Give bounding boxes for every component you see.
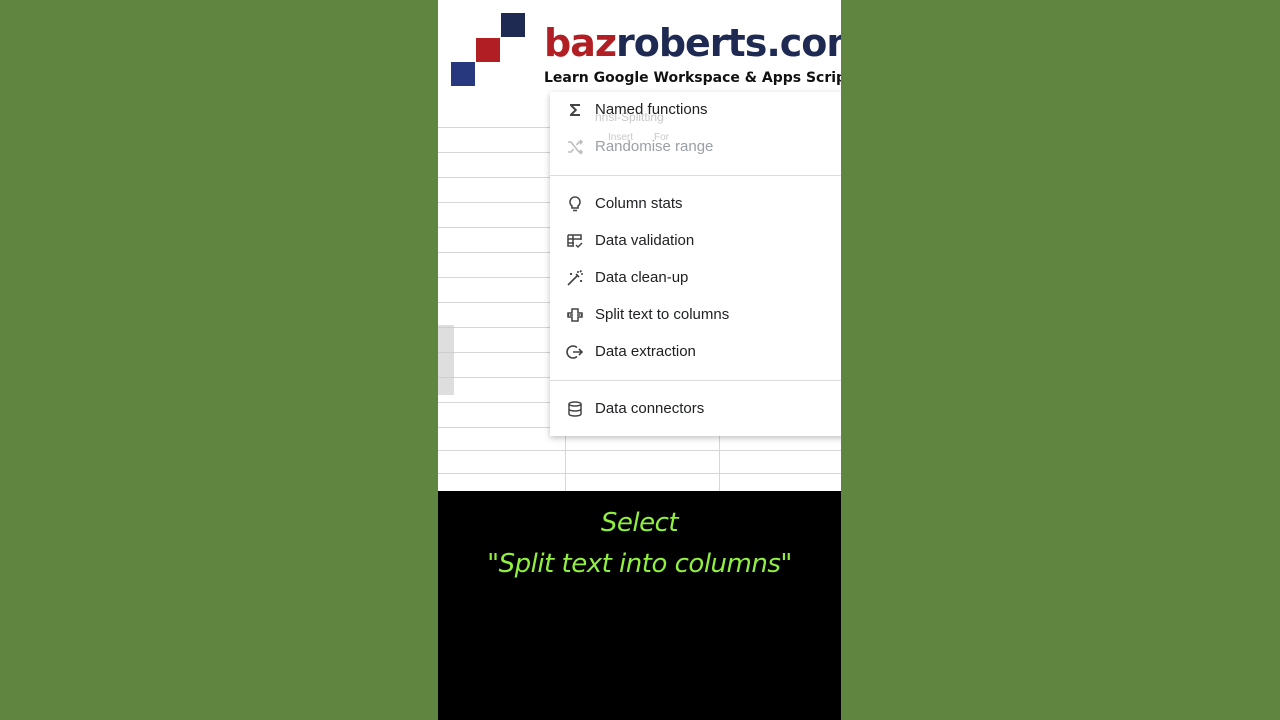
left-nav-arrow[interactable]	[438, 325, 454, 395]
menu-item-named-functions[interactable]: Named functions	[550, 91, 841, 128]
menu-separator	[550, 175, 841, 176]
caption-line-1: Select	[600, 508, 679, 538]
menu-item-label: Data connectors	[595, 400, 705, 417]
menu-item-label: Randomise range	[595, 138, 714, 155]
extract-icon	[566, 343, 584, 361]
brand-tagline: Learn Google Workspace & Apps Script	[544, 70, 841, 86]
logo-square-red	[476, 38, 500, 62]
menu-item-data-validation[interactable]: Data validation	[550, 222, 841, 259]
magic-wand-icon	[566, 269, 584, 287]
menu-item-randomise-range: Randomise range	[550, 128, 841, 165]
brand-name-part1: baz	[544, 21, 617, 65]
database-icon	[566, 400, 584, 418]
brand-name-part2: roberts.com	[615, 21, 841, 65]
sigma-icon	[566, 101, 584, 119]
lightbulb-icon	[566, 195, 584, 213]
menu-item-column-stats[interactable]: Column stats	[550, 185, 841, 222]
menu-item-label: Column stats	[595, 195, 683, 212]
caption-panel: Select "Split text into columns"	[438, 491, 841, 720]
split-columns-icon	[566, 306, 584, 324]
brand-banner: bazroberts.com Learn Google Workspace & …	[438, 0, 841, 100]
menu-item-data-connectors[interactable]: Data connectors	[550, 390, 841, 427]
video-frame: and bazroberts.com Learn Google Workspac…	[438, 0, 841, 720]
grid-row-line	[438, 473, 841, 474]
menu-item-data-extraction[interactable]: Data extraction	[550, 333, 841, 370]
menu-item-data-clean-up[interactable]: Data clean-up	[550, 259, 841, 296]
menu-item-label: Data clean-up	[595, 269, 689, 286]
logo-square-navy	[501, 13, 525, 37]
menu-item-label: Split text to columns	[595, 306, 730, 323]
logo-square-blue	[451, 62, 475, 86]
menu-item-label: Data extraction	[595, 343, 696, 360]
menu-separator	[550, 380, 841, 381]
grid-row-line	[438, 450, 841, 451]
data-menu-dropdown: nnsl-Splitting Insert For Named function…	[550, 92, 841, 436]
menu-item-label: Named functions	[595, 101, 708, 118]
data-validation-icon	[566, 232, 584, 250]
shuffle-icon	[566, 138, 584, 156]
caption-line-2: "Split text into columns"	[487, 549, 792, 579]
menu-item-split-text-to-columns[interactable]: Split text to columns	[550, 296, 841, 333]
brand-name: bazroberts.com	[544, 18, 841, 68]
menu-item-label: Data validation	[595, 232, 695, 249]
